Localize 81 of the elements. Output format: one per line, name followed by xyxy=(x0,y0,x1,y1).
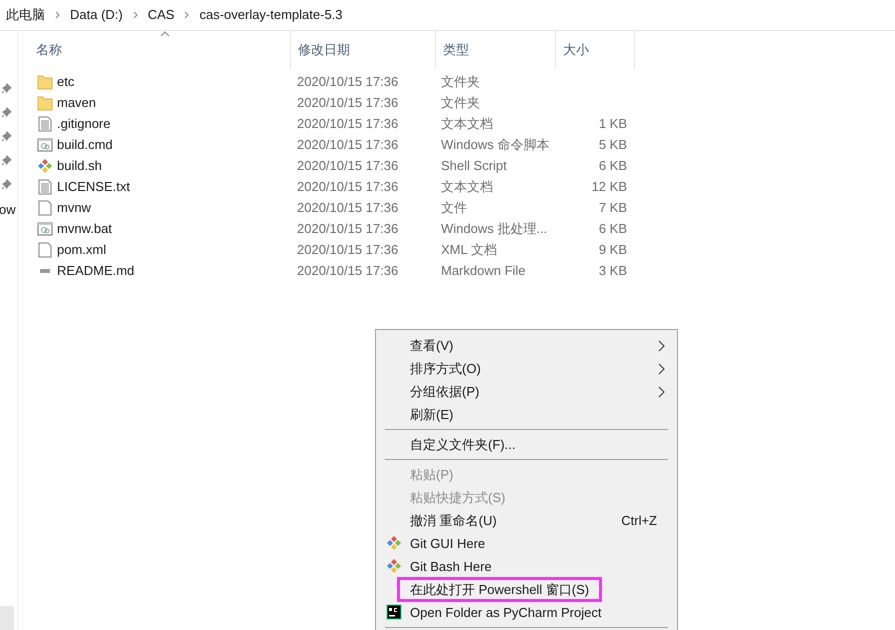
breadcrumb-item[interactable]: cas-overlay-template-5.3 xyxy=(199,5,343,25)
file-type: 文件夹 xyxy=(441,94,480,110)
breadcrumb-item[interactable]: Data (D:) xyxy=(70,5,123,25)
script-file-icon xyxy=(38,222,52,235)
breadcrumb-item[interactable]: 此电脑 xyxy=(6,5,45,25)
column-header[interactable]: 类型 xyxy=(436,31,556,69)
file-icon xyxy=(38,200,52,215)
pycharm-icon xyxy=(386,604,402,620)
file-name[interactable]: etc xyxy=(57,74,74,89)
chevron-icon xyxy=(132,11,138,19)
modified-date: 2020/10/15 17:36 xyxy=(297,200,398,215)
file-name[interactable]: pom.xml xyxy=(57,242,106,257)
menu-item[interactable]: Open Folder as PyCharm Project xyxy=(376,601,677,624)
file-name[interactable]: LICENSE.txt xyxy=(57,178,130,194)
file-name[interactable]: mvnw xyxy=(57,200,91,215)
modified-date: 2020/10/15 17:36 xyxy=(297,220,398,236)
pin-icon xyxy=(1,83,12,94)
file-name[interactable]: maven xyxy=(57,94,96,110)
modified-date: 2020/10/15 17:36 xyxy=(297,74,398,89)
file-size: 5 KB xyxy=(598,136,627,152)
file-type: Shell Script xyxy=(441,158,507,173)
diamond-icon xyxy=(38,158,52,172)
pin-icon xyxy=(1,179,12,190)
folder-icon xyxy=(38,96,52,110)
column-header[interactable]: 修改日期 xyxy=(291,31,436,69)
file-type: 文件夹 xyxy=(441,74,480,89)
file-size: 6 KB xyxy=(598,158,627,173)
file-name[interactable]: build.sh xyxy=(57,158,102,173)
menu-item[interactable]: 分组依据(P) xyxy=(376,380,677,403)
file-name[interactable]: mvnw.bat xyxy=(57,220,112,236)
column-header[interactable]: 大小 xyxy=(556,31,635,69)
menu-item[interactable]: Git GUI Here xyxy=(376,532,677,555)
modified-date: 2020/10/15 17:36 xyxy=(297,136,398,152)
pin-icon xyxy=(1,131,12,142)
file-name[interactable]: .gitignore xyxy=(57,116,110,131)
document-icon xyxy=(38,179,52,194)
file-type: Markdown File xyxy=(441,262,526,278)
menu-item[interactable]: Git Bash Here xyxy=(376,555,677,578)
file-size: 9 KB xyxy=(598,242,627,257)
modified-date: 2020/10/15 17:36 xyxy=(297,116,398,131)
modified-date: 2020/10/15 17:36 xyxy=(297,94,398,110)
file-type: XML 文档 xyxy=(441,242,497,257)
modified-date: 2020/10/15 17:36 xyxy=(297,178,398,194)
file-size: 6 KB xyxy=(598,220,627,236)
diamond-icon xyxy=(387,559,401,573)
file-type: 文件 xyxy=(441,200,467,215)
file-type: Windows 命令脚本 xyxy=(441,136,550,152)
file-icon xyxy=(38,242,52,257)
file-size: 7 KB xyxy=(598,200,627,215)
header-label: 类型 xyxy=(443,41,469,60)
pin-icon xyxy=(1,107,12,118)
chevron-icon xyxy=(184,11,190,19)
menu-item[interactable]: 撤消 重命名(U) Ctrl+Z xyxy=(376,509,677,532)
menu-item[interactable]: 查看(V) xyxy=(376,334,677,357)
modified-date: 2020/10/15 17:36 xyxy=(297,242,398,257)
folder-icon xyxy=(38,75,52,89)
column-header[interactable]: 名称 xyxy=(29,31,291,69)
file-size: 3 KB xyxy=(598,262,627,278)
breadcrumb-item[interactable]: CAS xyxy=(148,5,174,25)
file-type: 文本文档 xyxy=(441,178,493,194)
diamond-icon xyxy=(387,536,401,550)
file-type: 文本文档 xyxy=(441,116,493,131)
file-name[interactable]: README.md xyxy=(57,262,134,278)
header-label: 修改日期 xyxy=(298,41,350,60)
file-name[interactable]: build.cmd xyxy=(57,136,113,152)
modified-date: 2020/10/15 17:36 xyxy=(297,262,398,278)
menu-item[interactable]: 自定义文件夹(F)... xyxy=(376,433,677,456)
file-size: 1 KB xyxy=(598,116,627,131)
menu-item[interactable]: 在此处打开 Powershell 窗口(S) xyxy=(376,578,677,601)
chevron-icon xyxy=(55,11,60,19)
document-icon xyxy=(38,116,52,131)
file-size: 12 KB xyxy=(592,178,627,194)
modified-date: 2020/10/15 17:36 xyxy=(297,158,398,173)
sort-caret-icon xyxy=(160,31,170,37)
pin-icon xyxy=(1,155,12,166)
menu-item[interactable]: 刷新(E) xyxy=(376,403,677,426)
file-type: Windows 批处理... xyxy=(441,220,548,236)
menu-item[interactable]: 排序方式(O) xyxy=(376,357,677,380)
header-label: 大小 xyxy=(563,41,589,60)
script-file-icon xyxy=(38,138,52,151)
header-label: 名称 xyxy=(36,41,62,60)
